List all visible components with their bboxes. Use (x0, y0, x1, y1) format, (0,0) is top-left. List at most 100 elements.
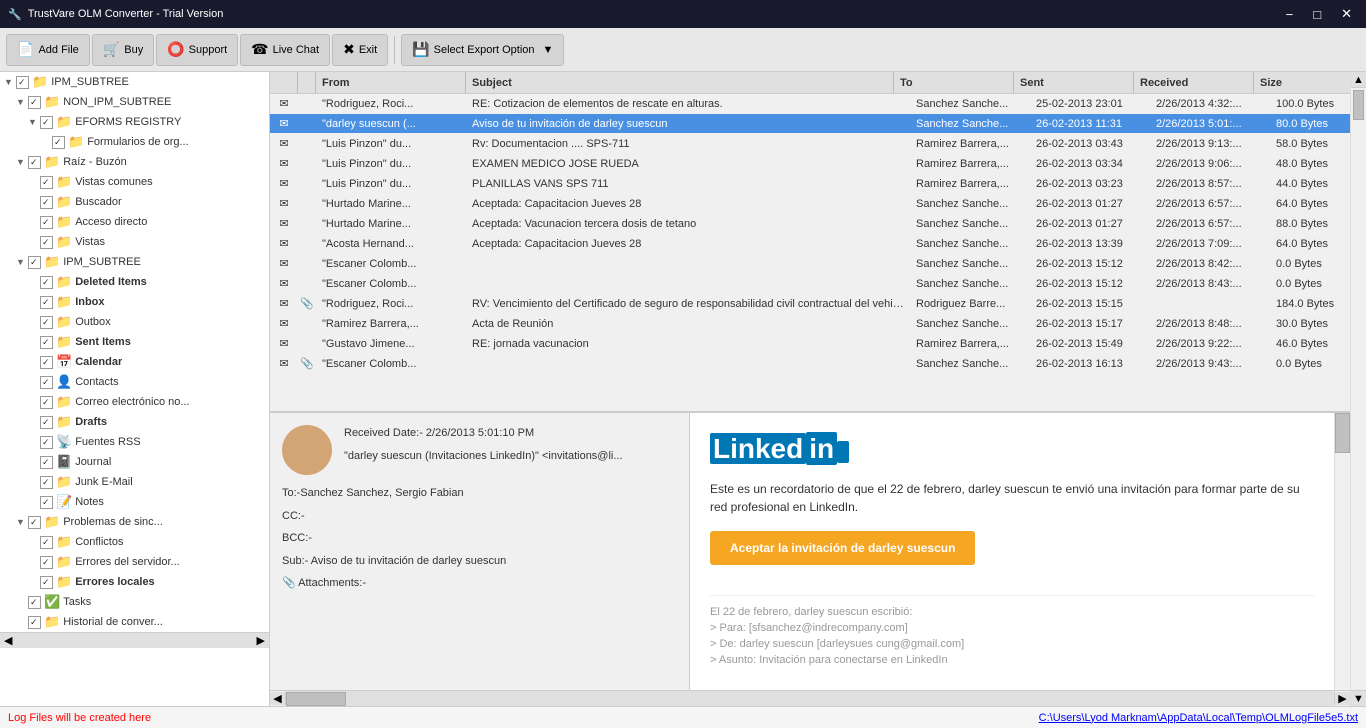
exit-button[interactable]: ✖ Exit (332, 34, 388, 66)
tree-checkbox[interactable] (40, 456, 53, 469)
select-export-button[interactable]: 💾 Select Export Option ▼ (401, 34, 564, 66)
live-chat-button[interactable]: ☎ Live Chat (240, 34, 330, 66)
tree-checkbox[interactable] (28, 596, 41, 609)
sidebar-item-problemas[interactable]: ▼📁Problemas de sinc... (0, 512, 269, 532)
tree-checkbox[interactable] (40, 576, 53, 589)
sidebar-item-correo[interactable]: 📁Correo electrónico no... (0, 392, 269, 412)
tree-checkbox[interactable] (40, 316, 53, 329)
accept-invitation-button[interactable]: Aceptar la invitación de darley suescun (710, 531, 975, 565)
tree-checkbox[interactable] (40, 216, 53, 229)
sidebar-item-formularios[interactable]: 📁Formularios de org... (0, 132, 269, 152)
sidebar-item-ipm_subtree[interactable]: ▼📁IPM_SUBTREE (0, 72, 269, 92)
tree-expander[interactable]: ▼ (16, 257, 26, 267)
th-subject[interactable]: Subject (466, 72, 894, 93)
sidebar-item-acceso_directo[interactable]: 📁Acceso directo (0, 212, 269, 232)
sidebar-item-ipm_subtree2[interactable]: ▼📁IPM_SUBTREE (0, 252, 269, 272)
sidebar-item-buscador[interactable]: 📁Buscador (0, 192, 269, 212)
tree-expander[interactable]: ▼ (16, 517, 26, 527)
sidebar-item-errores_servidor[interactable]: 📁Errores del servidor... (0, 552, 269, 572)
tree-checkbox[interactable] (40, 416, 53, 429)
tree-checkbox[interactable] (28, 256, 41, 269)
main-right-scrollbar[interactable]: ▲ ▼ (1350, 72, 1366, 706)
table-row[interactable]: ✉"Luis Pinzon" du...EXAMEN MEDICO JOSE R… (270, 154, 1350, 174)
sidebar-item-journal[interactable]: 📓Journal (0, 452, 269, 472)
table-row[interactable]: ✉"Luis Pinzon" du...Rv: Documentacion ..… (270, 134, 1350, 154)
tree-checkbox[interactable] (40, 336, 53, 349)
table-row[interactable]: ✉"Escaner Colomb...Sanchez Sanche...26-0… (270, 254, 1350, 274)
tree-checkbox[interactable] (40, 196, 53, 209)
sidebar-item-eforms_registry[interactable]: ▼📁EFORMS REGISTRY (0, 112, 269, 132)
th-size[interactable]: Size (1254, 72, 1334, 93)
tree-checkbox[interactable] (52, 136, 65, 149)
scroll-left-btn[interactable]: ◀ (270, 692, 286, 705)
sidebar-item-deleted_items[interactable]: 📁Deleted Items (0, 272, 269, 292)
tree-checkbox[interactable] (28, 156, 41, 169)
sidebar-item-inbox[interactable]: 📁Inbox (0, 292, 269, 312)
th-from[interactable]: From (316, 72, 466, 93)
titlebar-controls[interactable]: − □ ✕ (1280, 4, 1358, 24)
scroll-right-btn[interactable]: ▶ (1334, 692, 1350, 705)
bottom-scrollbar[interactable]: ◀ ▶ (270, 690, 1350, 706)
sidebar-item-vistas_comunes[interactable]: 📁Vistas comunes (0, 172, 269, 192)
sidebar-item-tasks[interactable]: ✅Tasks (0, 592, 269, 612)
tree-checkbox[interactable] (40, 496, 53, 509)
table-row[interactable]: ✉"Ramirez Barrera,...Acta de ReuniónSanc… (270, 314, 1350, 334)
table-row[interactable]: ✉📎"Escaner Colomb...Sanchez Sanche...26-… (270, 354, 1350, 374)
table-row[interactable]: ✉"Luis Pinzon" du...PLANILLAS VANS SPS 7… (270, 174, 1350, 194)
tree-checkbox[interactable] (40, 296, 53, 309)
tree-checkbox[interactable] (40, 436, 53, 449)
tree-checkbox[interactable] (40, 176, 53, 189)
tree-checkbox[interactable] (40, 476, 53, 489)
tree-checkbox[interactable] (40, 236, 53, 249)
sidebar-item-vistas[interactable]: 📁Vistas (0, 232, 269, 252)
sidebar-scroll-right[interactable]: ▶ (257, 634, 265, 647)
tree-checkbox[interactable] (40, 396, 53, 409)
th-to[interactable]: To (894, 72, 1014, 93)
sidebar-item-sent_items[interactable]: 📁Sent Items (0, 332, 269, 352)
th-sent[interactable]: Sent (1014, 72, 1134, 93)
buy-button[interactable]: 🛒 Buy (92, 34, 154, 66)
tree-checkbox[interactable] (40, 276, 53, 289)
tree-expander[interactable]: ▼ (4, 77, 14, 87)
log-file-link[interactable]: C:\Users\Lyod Marknam\AppData\Local\Temp… (1039, 712, 1358, 724)
tree-expander[interactable]: ▼ (16, 157, 26, 167)
sidebar-item-non_ipm_subtree[interactable]: ▼📁NON_IPM_SUBTREE (0, 92, 269, 112)
sidebar-item-raiz_buzon[interactable]: ▼📁Raíz - Buzón (0, 152, 269, 172)
sidebar-scroll-left[interactable]: ◀ (4, 634, 12, 647)
tree-expander[interactable]: ▼ (16, 97, 26, 107)
tree-checkbox[interactable] (28, 96, 41, 109)
table-row[interactable]: ✉"Hurtado Marine...Aceptada: Capacitacio… (270, 194, 1350, 214)
sidebar-item-calendar[interactable]: 📅Calendar (0, 352, 269, 372)
tree-checkbox[interactable] (40, 116, 53, 129)
sidebar-item-errores_locales[interactable]: 📁Errores locales (0, 572, 269, 592)
sidebar-item-fuentes_rss[interactable]: 📡Fuentes RSS (0, 432, 269, 452)
add-file-button[interactable]: 📄 Add File (6, 34, 90, 66)
sidebar-item-junk_email[interactable]: 📁Junk E-Mail (0, 472, 269, 492)
sidebar-item-drafts[interactable]: 📁Drafts (0, 412, 269, 432)
table-row[interactable]: ✉"Rodriguez, Roci...RE: Cotizacion de el… (270, 94, 1350, 114)
sidebar-item-contacts[interactable]: 👤Contacts (0, 372, 269, 392)
sidebar-item-notes[interactable]: 📝Notes (0, 492, 269, 512)
preview-right-scrollbar[interactable] (1334, 413, 1350, 690)
tree-checkbox[interactable] (40, 376, 53, 389)
table-row[interactable]: ✉"Escaner Colomb...Sanchez Sanche...26-0… (270, 274, 1350, 294)
close-button[interactable]: ✕ (1335, 4, 1358, 24)
tree-checkbox[interactable] (40, 536, 53, 549)
sidebar[interactable]: ▼📁IPM_SUBTREE▼📁NON_IPM_SUBTREE▼📁EFORMS R… (0, 72, 270, 706)
table-row[interactable]: ✉📎"Rodriguez, Roci...RV: Vencimiento del… (270, 294, 1350, 314)
sidebar-item-historial[interactable]: 📁Historial de conver... (0, 612, 269, 632)
tree-checkbox[interactable] (40, 556, 53, 569)
table-row[interactable]: ✉"Hurtado Marine...Aceptada: Vacunacion … (270, 214, 1350, 234)
table-row[interactable]: ✉"Acosta Hernand...Aceptada: Capacitacio… (270, 234, 1350, 254)
table-row[interactable]: ✉"darley suescun (...Aviso de tu invitac… (270, 114, 1350, 134)
table-row[interactable]: ✉"Gustavo Jimene...RE: jornada vacunacio… (270, 334, 1350, 354)
tree-checkbox[interactable] (28, 516, 41, 529)
support-button[interactable]: ⭕ Support (156, 34, 238, 66)
sidebar-item-conflictos[interactable]: 📁Conflictos (0, 532, 269, 552)
scroll-down-btn[interactable]: ▼ (1351, 690, 1366, 706)
tree-checkbox[interactable] (16, 76, 29, 89)
th-received[interactable]: Received (1134, 72, 1254, 93)
tree-checkbox[interactable] (28, 616, 41, 629)
minimize-button[interactable]: − (1280, 4, 1300, 24)
sidebar-item-outbox[interactable]: 📁Outbox (0, 312, 269, 332)
